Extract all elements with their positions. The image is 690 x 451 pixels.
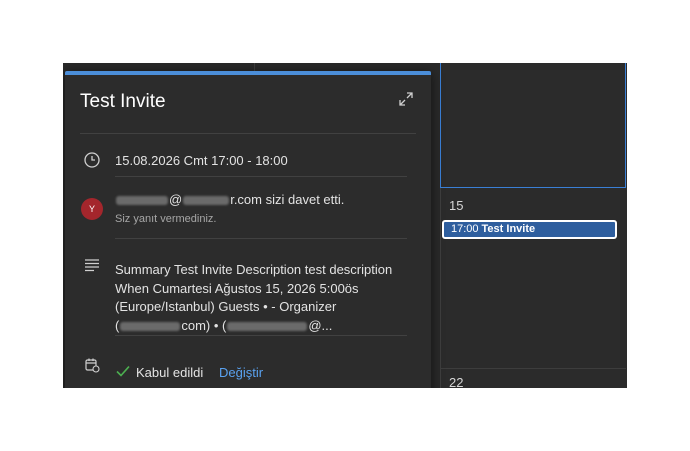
calendar-screen: 15 22 17:00 Test Invite Test Invite 15.08… <box>63 63 627 388</box>
description-line: When Cumartesi Ağustos 15, 2026 5:00ös <box>115 280 359 296</box>
organizer-avatar[interactable]: Y <box>81 198 103 220</box>
divider <box>115 238 407 239</box>
description-line: (Europe/Istanbul) Guests • - Organizer <box>115 299 337 314</box>
event-datetime: 15.08.2026 Cmt 17:00 - 18:00 <box>115 153 288 168</box>
event-details-popup: Test Invite 15.08.2026 Cmt 17:00 - 18:00… <box>65 71 431 388</box>
popup-title: Test Invite <box>80 91 166 112</box>
event-chip-time: 17:00 <box>451 223 479 235</box>
redacted-text <box>120 321 181 331</box>
event-chip-title: Test Invite <box>481 223 536 235</box>
calendar-cell-selected[interactable] <box>440 63 626 188</box>
description-line: Summary Test Invite Description test des… <box>115 262 393 277</box>
divider <box>80 133 416 134</box>
divider <box>115 335 407 336</box>
redacted-text <box>227 321 308 331</box>
redacted-text <box>183 196 230 206</box>
description-fragment: ( <box>115 317 120 333</box>
expand-icon[interactable] <box>398 91 414 107</box>
clock-icon <box>83 151 101 169</box>
organizer-invite-line: @ r.com sizi davet etti. <box>115 192 344 207</box>
response-status: Siz yanıt vermediniz. <box>115 213 217 225</box>
change-response-link[interactable]: Değiştir <box>219 365 263 380</box>
event-description: Summary Test Invite Description test des… <box>115 261 415 335</box>
grid-line <box>440 368 626 369</box>
calendar-event-chip[interactable]: 17:00 Test Invite <box>442 220 617 239</box>
description-lines-icon <box>83 256 101 274</box>
organizer-at-sign: @ <box>169 192 183 207</box>
day-number-22[interactable]: 22 <box>449 375 463 388</box>
day-number-15[interactable]: 15 <box>449 198 463 213</box>
checkmark-icon <box>115 363 131 379</box>
calendar-response-icon <box>83 356 101 374</box>
popup-accent-bar <box>65 71 431 75</box>
redacted-text <box>116 196 168 206</box>
organizer-domain: r.com <box>230 192 262 207</box>
divider <box>115 176 407 177</box>
description-fragment: @... <box>308 317 333 333</box>
description-fragment: com) • ( <box>181 317 227 333</box>
description-line: ( com) • ( @... <box>115 317 415 336</box>
accepted-status: Kabul edildi <box>136 365 204 380</box>
invited-text: sizi davet etti. <box>265 192 345 207</box>
